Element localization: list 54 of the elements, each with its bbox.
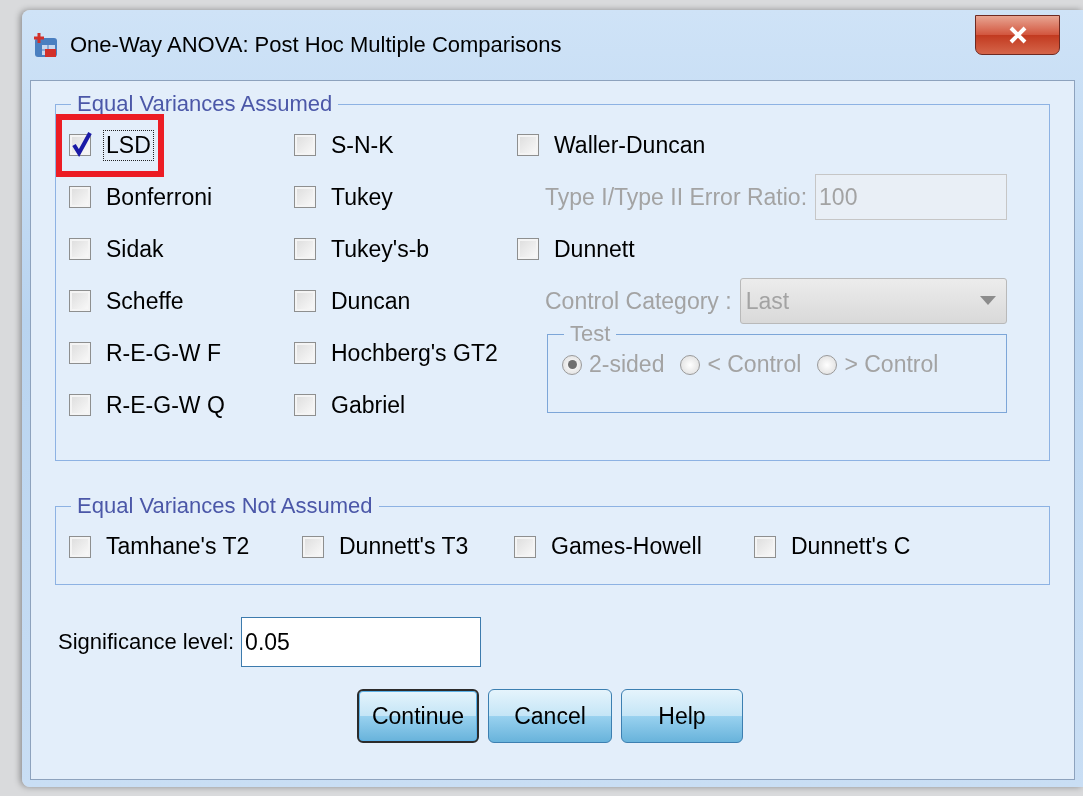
checkbox[interactable]	[294, 394, 316, 416]
radio-label: 2-sided	[589, 351, 665, 378]
group-title: Equal Variances Not Assumed	[76, 493, 374, 519]
checkbox-label: Sidak	[105, 234, 165, 264]
dropdown-arrow-icon	[980, 296, 996, 306]
checkbox-label: Dunnett's T3	[338, 532, 470, 561]
checkbox[interactable]	[294, 342, 316, 364]
dialog-button[interactable]: Cancel	[488, 689, 612, 743]
checkbox-label: Tamhane's T2	[105, 532, 251, 561]
checkbox-label: LSD	[103, 129, 154, 161]
checkbox-label: R-E-G-W F	[105, 338, 222, 368]
checkbox-label: Gabriel	[330, 390, 407, 420]
group-title: Test	[569, 321, 612, 347]
dialog-button[interactable]: Continue	[357, 689, 479, 743]
checkbox-label: Games-Howell	[550, 532, 703, 561]
checkbox[interactable]	[69, 290, 91, 312]
checkbox[interactable]	[754, 535, 776, 558]
checkbox[interactable]	[302, 535, 324, 558]
checkbox-label: Dunnett	[553, 234, 636, 264]
checkbox-label: Duncan	[330, 286, 412, 316]
dropdown-label: Control Category :	[545, 287, 732, 315]
checkbox-label: S-N-K	[330, 130, 395, 160]
window-title: One-Way ANOVA: Post Hoc Multiple Comparisons	[70, 32, 562, 58]
app-icon	[32, 31, 60, 59]
close-button[interactable]	[975, 15, 1060, 55]
checkbox-label: Scheffe	[105, 286, 185, 316]
checkbox[interactable]	[69, 238, 91, 260]
checkbox-label: R-E-G-W Q	[105, 390, 226, 420]
close-icon	[1007, 26, 1028, 44]
field-label: Type I/Type II Error Ratio:	[545, 183, 808, 211]
checkbox[interactable]	[69, 342, 91, 364]
group-title: Equal Variances Assumed	[76, 91, 334, 117]
checkbox[interactable]	[294, 134, 316, 156]
checkbox[interactable]	[514, 535, 536, 558]
checkbox-label: Dunnett's C	[790, 532, 912, 561]
input-field[interactable]: 0.05	[241, 617, 482, 667]
checkbox[interactable]	[69, 134, 91, 156]
checkbox[interactable]	[294, 238, 316, 260]
checkbox-label: Waller-Duncan	[553, 130, 707, 160]
checkbox-label: Tukey	[330, 182, 394, 212]
checkbox-label: Tukey's-b	[330, 234, 431, 264]
checkbox[interactable]	[69, 394, 91, 416]
dialog-button[interactable]: Help	[621, 689, 743, 743]
checkbox-label: Hochberg's GT2	[330, 338, 499, 368]
checkbox-label: Bonferroni	[105, 182, 214, 212]
checkbox[interactable]	[517, 238, 539, 260]
checkbox[interactable]	[69, 186, 91, 208]
checkbox[interactable]	[294, 290, 316, 312]
checkbox[interactable]	[294, 186, 316, 208]
checkbox[interactable]	[517, 134, 539, 156]
radio-label: < Control	[707, 351, 802, 378]
checkbox[interactable]	[69, 535, 91, 558]
field-label: Significance level:	[58, 629, 235, 655]
radio-label: > Control	[844, 351, 939, 378]
